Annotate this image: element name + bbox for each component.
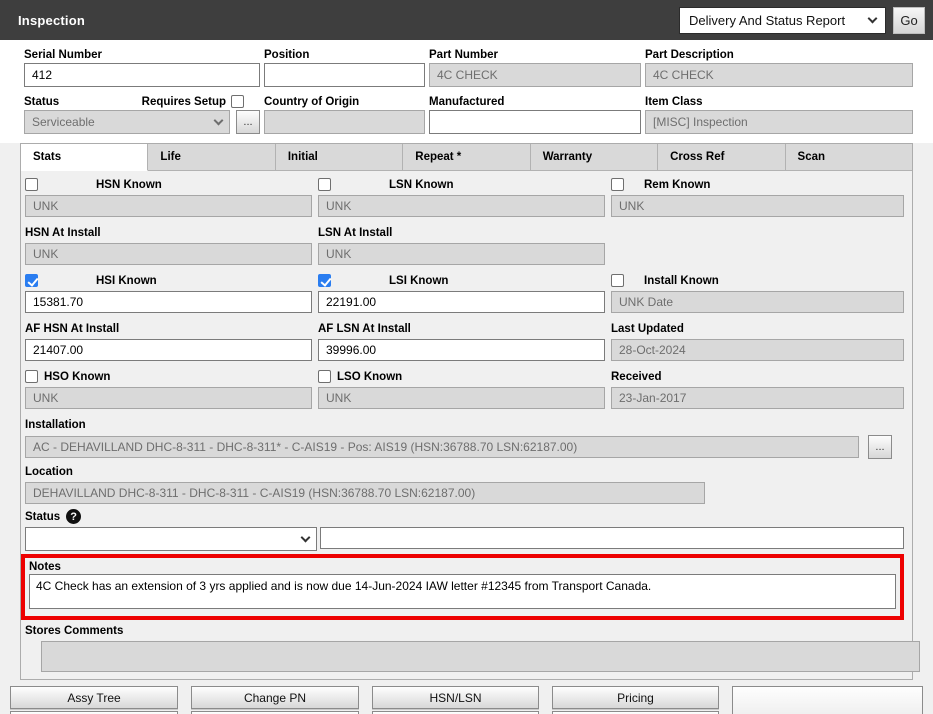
hsn-at-install-label: HSN At Install xyxy=(25,227,101,239)
lso-known-label: LSO Known xyxy=(337,371,402,383)
lsi-known-label: LSI Known xyxy=(389,275,448,287)
af-lsn-at-install-input[interactable] xyxy=(318,339,605,361)
stats-panel: HSN Known UNK LSN Known UNK Rem Known xyxy=(21,171,912,679)
installation-ellipsis-button[interactable]: ... xyxy=(868,435,892,459)
lsi-input[interactable] xyxy=(318,291,605,313)
hso-known-checkbox[interactable] xyxy=(25,370,38,383)
chevron-down-icon xyxy=(214,115,224,125)
item-header-form: Serial Number Position Part Number Part … xyxy=(0,40,933,143)
hsn-known-checkbox[interactable] xyxy=(25,178,38,191)
tab-stats[interactable]: Stats xyxy=(21,144,148,171)
country-of-origin-label: Country of Origin xyxy=(264,93,425,110)
manufactured-label: Manufactured xyxy=(429,93,641,110)
report-select-value: Delivery And Status Report xyxy=(689,13,869,28)
last-updated-field: 28-Oct-2024 xyxy=(611,339,904,361)
action-button-grid: Assy Tree Change PN HSN/LSN Pricing Save… xyxy=(0,680,933,714)
pricing-button[interactable]: Pricing xyxy=(552,686,719,709)
position-label: Position xyxy=(264,46,425,63)
tab-initial[interactable]: Initial xyxy=(276,144,403,171)
status-section-label: Status xyxy=(25,511,60,523)
go-button[interactable]: Go xyxy=(893,7,925,34)
requires-setup-label: Requires Setup xyxy=(142,96,226,108)
assy-tree-button[interactable]: Assy Tree xyxy=(10,686,178,709)
rem-known-label: Rem Known xyxy=(644,179,710,191)
hsn-known-label: HSN Known xyxy=(96,179,162,191)
tab-repeat[interactable]: Repeat * xyxy=(403,144,530,171)
chevron-down-icon xyxy=(868,13,878,23)
lso-field: UNK xyxy=(318,387,605,409)
requires-setup-checkbox[interactable] xyxy=(231,95,244,108)
status-reason-select[interactable] xyxy=(25,527,317,551)
stores-comments-label: Stores Comments xyxy=(25,625,123,637)
af-hsn-at-install-label: AF HSN At Install xyxy=(25,323,119,335)
report-select[interactable]: Delivery And Status Report xyxy=(679,7,886,34)
change-pn-button[interactable]: Change PN xyxy=(191,686,359,709)
installation-label: Installation xyxy=(25,419,86,431)
lsn-known-checkbox[interactable] xyxy=(318,178,331,191)
tab-life[interactable]: Life xyxy=(148,144,275,171)
notes-label: Notes xyxy=(29,559,896,574)
received-label: Received xyxy=(611,371,662,383)
help-icon[interactable]: ? xyxy=(66,509,81,524)
tab-strip: Stats Life Initial Repeat * Warranty Cro… xyxy=(21,144,912,171)
hsn-at-install-field: UNK xyxy=(25,243,312,265)
item-class-label: Item Class xyxy=(645,93,913,110)
stores-comments-field xyxy=(41,641,920,672)
rem-known-checkbox[interactable] xyxy=(611,178,624,191)
install-date-field: UNK Date xyxy=(611,291,904,313)
part-number-label: Part Number xyxy=(429,46,641,63)
install-known-checkbox[interactable] xyxy=(611,274,624,287)
tab-scan[interactable]: Scan xyxy=(786,144,912,171)
part-number-field: 4C CHECK xyxy=(429,63,641,87)
lsn-field: UNK xyxy=(318,195,605,217)
title-bar: Inspection Delivery And Status Report Go xyxy=(0,0,933,40)
part-description-field: 4C CHECK xyxy=(645,63,913,87)
last-updated-label: Last Updated xyxy=(611,323,684,335)
notes-textarea[interactable]: 4C Check has an extension of 3 yrs appli… xyxy=(29,574,896,609)
inspection-window: Inspection Delivery And Status Report Go… xyxy=(0,0,933,714)
af-lsn-at-install-label: AF LSN At Install xyxy=(318,323,411,335)
received-field: 23-Jan-2017 xyxy=(611,387,904,409)
save-button[interactable]: Save xyxy=(732,686,923,714)
installation-field: AC - DEHAVILLAND DHC-8-311 - DHC-8-311* … xyxy=(25,436,859,458)
position-input[interactable] xyxy=(264,63,425,87)
page-title: Inspection xyxy=(18,13,85,28)
lso-known-checkbox[interactable] xyxy=(318,370,331,383)
serial-number-input[interactable] xyxy=(24,63,260,87)
af-hsn-at-install-input[interactable] xyxy=(25,339,312,361)
hsn-field: UNK xyxy=(25,195,312,217)
hsi-known-checkbox[interactable] xyxy=(25,274,38,287)
location-label: Location xyxy=(25,466,73,478)
hso-known-label: HSO Known xyxy=(44,371,110,383)
hsi-known-label: HSI Known xyxy=(96,275,157,287)
lsn-at-install-label: LSN At Install xyxy=(318,227,392,239)
lsn-at-install-field: UNK xyxy=(318,243,605,265)
lsn-known-label: LSN Known xyxy=(389,179,454,191)
lsi-known-checkbox[interactable] xyxy=(318,274,331,287)
status-label: Status xyxy=(24,96,59,108)
serial-number-label: Serial Number xyxy=(24,46,260,63)
chevron-down-icon xyxy=(301,532,311,542)
status-ellipsis-button[interactable]: ... xyxy=(236,110,260,134)
install-known-label: Install Known xyxy=(644,275,719,287)
rem-field: UNK xyxy=(611,195,904,217)
manufactured-input[interactable] xyxy=(429,110,641,134)
notes-highlight-box: Notes 4C Check has an extension of 3 yrs… xyxy=(21,554,904,620)
tab-warranty[interactable]: Warranty xyxy=(531,144,658,171)
status-text-input[interactable] xyxy=(320,527,904,549)
hso-field: UNK xyxy=(25,387,312,409)
part-description-label: Part Description xyxy=(645,46,913,63)
hsn-lsn-button[interactable]: HSN/LSN xyxy=(372,686,539,709)
status-select-value: Serviceable xyxy=(32,115,95,129)
country-of-origin-field xyxy=(264,110,425,134)
tab-container: Stats Life Initial Repeat * Warranty Cro… xyxy=(20,143,913,680)
location-field: DEHAVILLAND DHC-8-311 - DHC-8-311 - C-AI… xyxy=(25,482,705,504)
tab-cross-ref[interactable]: Cross Ref xyxy=(658,144,785,171)
hsi-input[interactable] xyxy=(25,291,312,313)
status-select: Serviceable xyxy=(24,110,230,134)
item-class-field: [MISC] Inspection xyxy=(645,110,913,134)
